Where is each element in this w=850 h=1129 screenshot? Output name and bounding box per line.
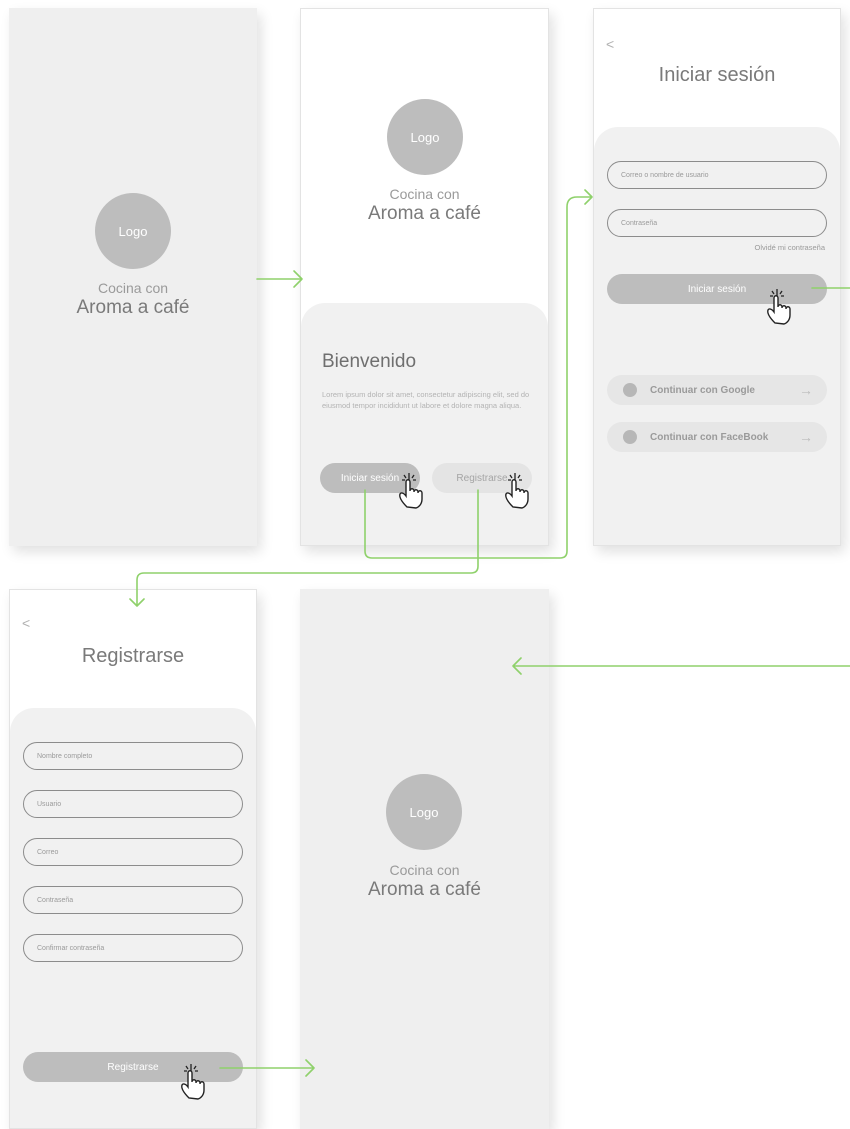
social-dot-icon xyxy=(623,430,637,444)
brand-title: Aroma a café xyxy=(368,879,481,900)
splash-screen: Logo Cocina con Aroma a café xyxy=(9,8,257,546)
home-screen: Logo Cocina con Aroma a café xyxy=(300,589,549,1129)
password-field[interactable]: Contraseña xyxy=(607,209,827,237)
flow-arrow-splash-to-welcome xyxy=(256,270,303,288)
google-login-button[interactable]: Continuar con Google → xyxy=(607,375,827,405)
logo: Logo xyxy=(386,774,462,850)
page-title: Registrarse xyxy=(81,645,185,667)
hand-tap-icon xyxy=(505,473,529,509)
page-title: Iniciar sesión xyxy=(658,64,776,86)
facebook-label: Continuar con FaceBook xyxy=(650,431,769,443)
brand-subtitle: Cocina con xyxy=(389,186,460,202)
brand-title: Aroma a café xyxy=(368,203,481,224)
arrow-right-icon: → xyxy=(799,382,813,398)
hand-tap-icon xyxy=(767,289,791,325)
arrow-right-icon: → xyxy=(799,429,813,445)
login-screen: < Iniciar sesión Correo o nombre de usua… xyxy=(593,8,841,546)
logo: Logo xyxy=(95,193,171,269)
back-chevron-icon[interactable]: < xyxy=(606,36,614,52)
hand-tap-icon xyxy=(181,1064,205,1100)
brand-title: Aroma a café xyxy=(76,297,190,318)
social-dot-icon xyxy=(623,383,637,397)
email-field[interactable]: Correo xyxy=(23,838,243,866)
forgot-password-link[interactable]: Olvidé mi contraseña xyxy=(755,243,825,252)
password-field[interactable]: Contraseña xyxy=(23,886,243,914)
flow-arrow-into-home xyxy=(512,657,850,675)
welcome-title: Bienvenido xyxy=(322,351,417,372)
facebook-login-button[interactable]: Continuar con FaceBook → xyxy=(607,422,827,452)
fullname-field[interactable]: Nombre completo xyxy=(23,742,243,770)
welcome-body: Lorem ipsum dolor sit amet, consectetur … xyxy=(322,390,530,410)
brand-subtitle: Cocina con xyxy=(97,280,169,296)
confirm-password-field[interactable]: Confirmar contraseña xyxy=(23,934,243,962)
register-screen: < Registrarse Nombre completo Usuario Co… xyxy=(9,589,257,1129)
google-label: Continuar con Google xyxy=(650,384,755,396)
username-field[interactable]: Usuario xyxy=(23,790,243,818)
brand-subtitle: Cocina con xyxy=(389,862,460,878)
username-field[interactable]: Correo o nombre de usuario xyxy=(607,161,827,189)
back-chevron-icon[interactable]: < xyxy=(22,615,30,631)
welcome-screen: Logo Cocina con Aroma a café Bienvenido … xyxy=(300,8,549,546)
logo: Logo xyxy=(387,99,463,175)
hand-tap-icon xyxy=(399,473,423,509)
register-sheet: Nombre completo Usuario Correo Contraseñ… xyxy=(10,708,256,1128)
login-sheet: Correo o nombre de usuario Contraseña Ol… xyxy=(594,127,840,545)
